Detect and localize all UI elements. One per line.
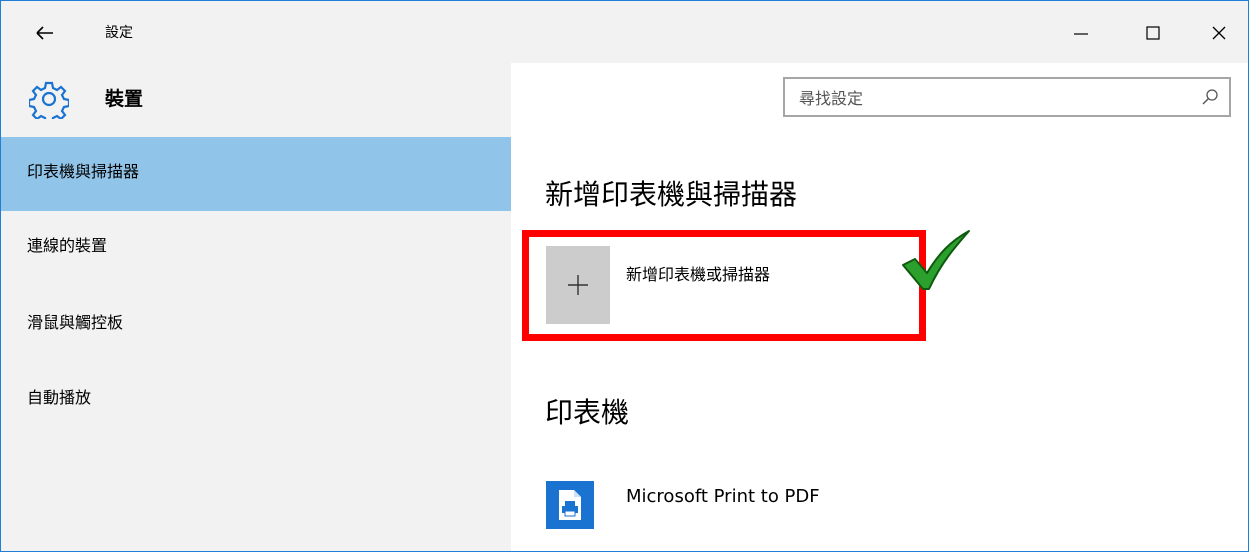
check-mark-icon [902,230,970,290]
search-box[interactable] [783,77,1231,117]
section-title: 裝置 [105,88,144,110]
pdf-printer-icon [559,490,581,520]
close-icon [1212,26,1226,40]
printer-item[interactable]: Microsoft Print to PDF [546,471,1046,541]
printer-name: Microsoft Print to PDF [626,486,820,507]
add-section-heading: 新增印表機與掃描器 [545,178,798,211]
close-button[interactable] [1191,11,1247,55]
printers-heading: 印表機 [545,396,630,429]
minimize-button[interactable] [1053,11,1109,55]
maximize-icon [1146,26,1160,40]
add-printer-button[interactable]: 新增印表機或掃描器 [546,246,906,326]
sidebar-item-printers-scanners[interactable]: 印表機與掃描器 [1,137,511,211]
sidebar-item-label: 連線的裝置 [27,236,108,255]
sidebar-item-label: 自動播放 [27,388,92,407]
back-arrow-icon [36,26,53,40]
add-printer-label: 新增印表機或掃描器 [626,265,771,284]
add-tile [546,246,610,324]
sidebar-item-label: 印表機與掃描器 [27,162,140,181]
sidebar-item-connected-devices[interactable]: 連線的裝置 [1,211,511,285]
title-bar: 設定 [1,1,1248,63]
plus-icon [568,275,588,295]
minimize-icon [1074,33,1088,35]
sidebar-item-autoplay[interactable]: 自動播放 [1,363,511,437]
sidebar-item-mouse-touchpad[interactable]: 滑鼠與觸控板 [1,288,511,362]
maximize-button[interactable] [1125,11,1181,55]
back-button[interactable] [25,17,65,49]
settings-window: 設定 裝置 印表機與 [0,0,1249,552]
app-title: 設定 [105,25,133,41]
search-input[interactable] [797,84,1181,112]
sidebar-item-label: 滑鼠與觸控板 [27,313,124,332]
pdf-printer-tile [546,481,594,529]
gear-icon [29,81,69,119]
search-icon[interactable] [1201,88,1219,106]
